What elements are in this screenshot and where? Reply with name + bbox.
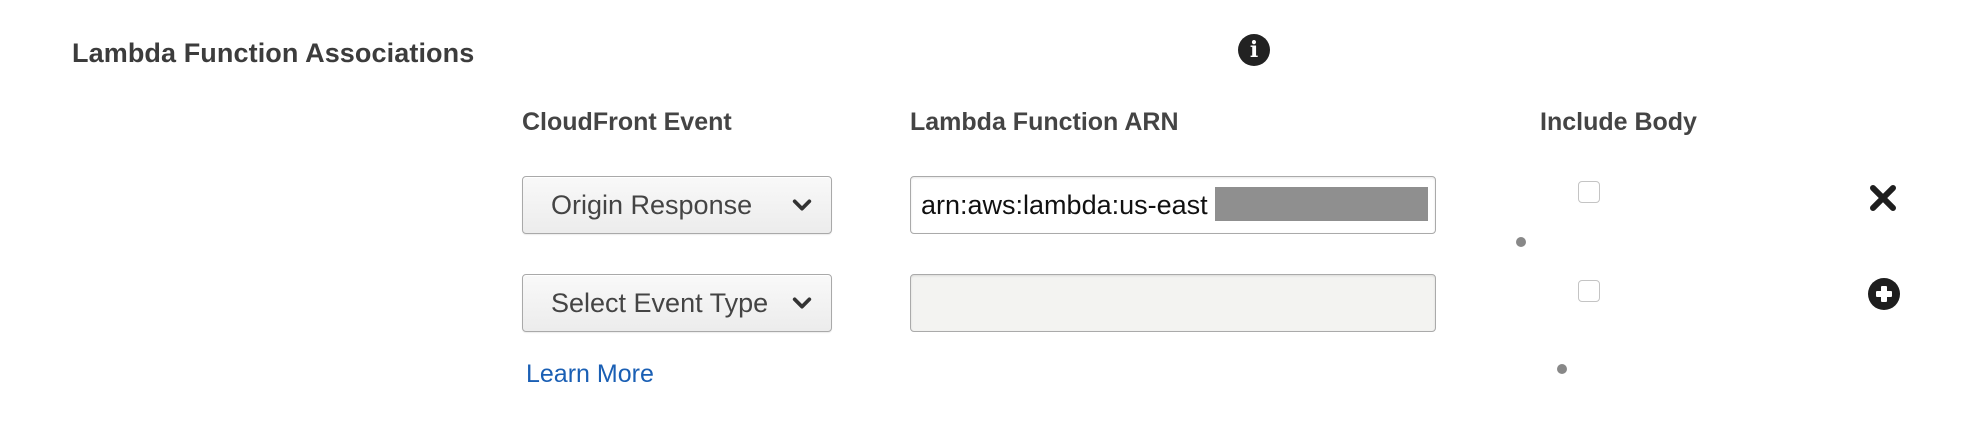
select-value: Select Event Type bbox=[551, 287, 769, 318]
learn-more-link[interactable]: Learn More bbox=[526, 360, 654, 389]
info-icon[interactable]: i bbox=[1238, 34, 1270, 66]
lambda-function-associations-panel: Lambda Function Associations i CloudFron… bbox=[0, 0, 1970, 436]
include-body-checkbox-1[interactable] bbox=[1578, 181, 1600, 203]
status-dot bbox=[1557, 364, 1567, 374]
arn-value: arn:aws:lambda:us-east bbox=[921, 189, 1208, 220]
column-header-cloudfront-event: CloudFront Event bbox=[522, 108, 732, 136]
add-circle-icon[interactable] bbox=[1868, 278, 1900, 310]
lambda-arn-input-2[interactable] bbox=[910, 274, 1436, 332]
include-body-checkbox-2[interactable] bbox=[1578, 280, 1600, 302]
status-dot bbox=[1516, 237, 1526, 247]
arn-redaction-block bbox=[1215, 187, 1428, 221]
column-header-include-body: Include Body bbox=[1540, 108, 1697, 136]
chevron-down-icon bbox=[792, 297, 812, 309]
column-header-lambda-arn: Lambda Function ARN bbox=[910, 108, 1179, 136]
chevron-down-icon bbox=[792, 199, 812, 211]
close-icon[interactable] bbox=[1867, 182, 1899, 214]
cloudfront-event-select-2[interactable]: Select Event Type bbox=[522, 274, 832, 332]
cloudfront-event-select-1[interactable]: Origin Response bbox=[522, 176, 832, 234]
section-title: Lambda Function Associations bbox=[72, 38, 475, 68]
select-value: Origin Response bbox=[551, 189, 753, 220]
